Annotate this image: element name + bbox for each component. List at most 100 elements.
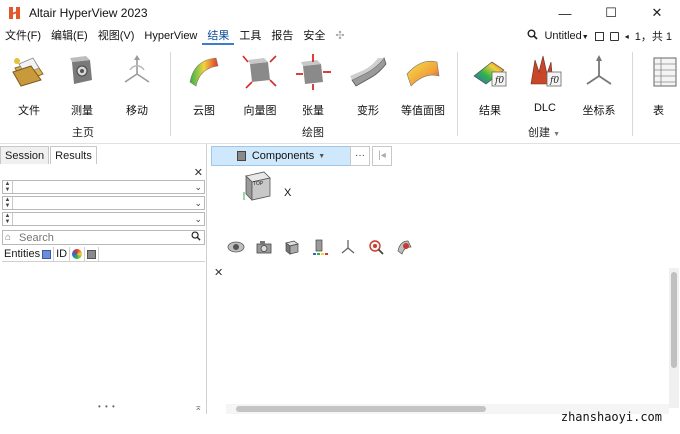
ribbon-dlc-label: DLC (533, 102, 556, 114)
prev-page-icon[interactable]: ◂ (625, 32, 629, 41)
triad-top-label: TOP (253, 181, 264, 187)
entity-options-button[interactable]: ··· (350, 146, 370, 166)
vertical-scrollbar[interactable] (669, 268, 679, 408)
ribbon-dlc-button[interactable]: f0 DLC (518, 52, 572, 116)
ribbon-separator (632, 52, 633, 136)
window-title: Altair HyperView 2023 (29, 6, 148, 20)
page-icon[interactable] (609, 31, 619, 41)
isosurface-icon (403, 52, 443, 92)
menu-safety[interactable]: 安全 (298, 27, 330, 45)
ribbon-tensor-label: 张量 (302, 105, 324, 117)
ribbon-file-label: 文件 (18, 105, 40, 117)
menu-report[interactable]: 报告 (266, 27, 298, 45)
close-icon[interactable]: ✕ (194, 166, 203, 179)
chevron-down-icon[interactable]: ⌄ (194, 181, 202, 193)
spin-icon[interactable]: ▲ ▼ (3, 213, 13, 225)
ribbon-results-button[interactable]: f0 结果 (463, 52, 517, 117)
search-input[interactable] (19, 231, 189, 244)
chevron-down-icon[interactable]: ⌄ (194, 197, 202, 209)
results-combo-1[interactable]: ▲ ▼ ⌄ (2, 180, 205, 194)
axis-icon[interactable] (338, 237, 358, 257)
results-icon: f0 (470, 52, 510, 92)
window-icon[interactable] (594, 31, 604, 41)
ribbon-file-button[interactable]: 文件 (2, 52, 56, 117)
cube-icon (87, 249, 97, 259)
group-label-plot: 绘图 (302, 127, 324, 139)
watermark-text: zhanshaoyi.com (560, 410, 662, 424)
menu-add-icon[interactable]: ✣ (330, 27, 349, 45)
scrollbar-thumb[interactable] (671, 272, 677, 368)
menu-edit[interactable]: 编辑(E) (46, 27, 93, 45)
minimize-button[interactable]: — (542, 0, 588, 26)
entity-selector[interactable]: Components ▼ (211, 146, 351, 166)
scrollbar-thumb[interactable] (236, 406, 486, 412)
ribbon-deform-label: 变形 (357, 105, 379, 117)
search-icon[interactable] (191, 231, 201, 244)
chevron-down-icon[interactable]: ▼ (553, 131, 560, 138)
ribbon-deform-button[interactable]: 变形 (341, 52, 395, 117)
ribbon: 文件 测量 移动 主页 云图 向量图 张量 变形 等值面图 绘图 f0 结果 f… (0, 46, 680, 144)
ribbon-move-label: 移动 (126, 105, 148, 117)
spin-icon[interactable]: ▲ ▼ (3, 197, 13, 209)
resize-grip[interactable]: • • • (98, 402, 116, 411)
entity-selector-label: Components (251, 150, 315, 162)
chevron-down-icon[interactable]: ⌄ (194, 213, 202, 225)
deform-icon (348, 52, 388, 92)
menu-bar: 文件(F) 编辑(E) 视图(V) HyperView 结果 工具 报告 安全 … (0, 26, 680, 46)
tab-results[interactable]: Results (50, 146, 97, 164)
menu-file[interactable]: 文件(F) (0, 27, 46, 45)
camera-icon[interactable] (254, 237, 274, 257)
ribbon-coordsys-button[interactable]: 坐标系 (572, 52, 626, 117)
tensor-icon (293, 52, 333, 92)
menu-right-tools: Untitled▼ ◂ 1，共 1 (527, 26, 680, 46)
color-column[interactable] (70, 246, 86, 262)
panel-tabs: Session Results (0, 146, 98, 164)
title-bar: Altair HyperView 2023 — ☐ ✕ (0, 0, 680, 26)
menu-hyperview[interactable]: HyperView (139, 27, 202, 45)
menu-results[interactable]: 结果 (202, 27, 235, 45)
ribbon-results-label: 结果 (479, 105, 501, 117)
pin-icon[interactable]: ⌅ (194, 402, 202, 413)
zoom-fit-icon[interactable] (366, 237, 386, 257)
coordsys-icon (579, 52, 619, 92)
ribbon-measure-button[interactable]: 测量 (55, 52, 109, 117)
section-cut-icon[interactable] (394, 237, 414, 257)
display-column[interactable] (85, 246, 100, 262)
close-icon[interactable]: ✕ (214, 266, 223, 279)
dlc-icon: f0 (525, 52, 565, 92)
home-icon[interactable]: ⌂ (5, 232, 11, 243)
results-combo-3[interactable]: ▲ ▼ ⌄ (2, 212, 205, 226)
spin-icon[interactable]: ▲ ▼ (3, 181, 13, 193)
ribbon-table-button[interactable]: 表 (637, 52, 680, 117)
document-selector[interactable]: Untitled▼ (544, 30, 588, 42)
maximize-button[interactable]: ☐ (588, 0, 634, 26)
results-combo-2[interactable]: ▲ ▼ ⌄ (2, 196, 205, 210)
legend-icon[interactable] (310, 237, 330, 257)
ribbon-coordsys-label: 坐标系 (582, 105, 616, 117)
menu-view[interactable]: 视图(V) (93, 27, 140, 45)
altair-logo-icon (8, 6, 22, 20)
ribbon-move-button[interactable]: 移动 (110, 52, 164, 117)
view-triad[interactable]: TOP X (242, 170, 294, 202)
filter-icon[interactable] (42, 249, 52, 259)
ribbon-tensor-button[interactable]: 张量 (286, 52, 340, 117)
column-id[interactable]: ID (54, 246, 71, 262)
view-eye-icon[interactable] (226, 237, 246, 257)
tab-session[interactable]: Session (0, 146, 50, 164)
group-label-home: 主页 (72, 127, 94, 139)
ribbon-contour-button[interactable]: 云图 (177, 52, 231, 117)
document-name: Untitled (544, 30, 582, 42)
entity-first-button[interactable]: |◂ (372, 146, 392, 166)
entity-table-header: Entities ID (2, 246, 205, 262)
cube-icon[interactable] (282, 237, 302, 257)
search-icon[interactable] (527, 29, 539, 43)
ribbon-isosurface-label: 等值面图 (401, 105, 445, 117)
ribbon-vector-button[interactable]: 向量图 (233, 52, 287, 117)
close-button[interactable]: ✕ (634, 0, 680, 26)
column-entities[interactable]: Entities (2, 246, 55, 262)
measure-icon (62, 52, 102, 92)
component-icon (236, 151, 246, 161)
menu-tools[interactable]: 工具 (234, 27, 266, 45)
svg-text:f0: f0 (549, 76, 559, 86)
ribbon-isosurface-button[interactable]: 等值面图 (396, 52, 450, 117)
